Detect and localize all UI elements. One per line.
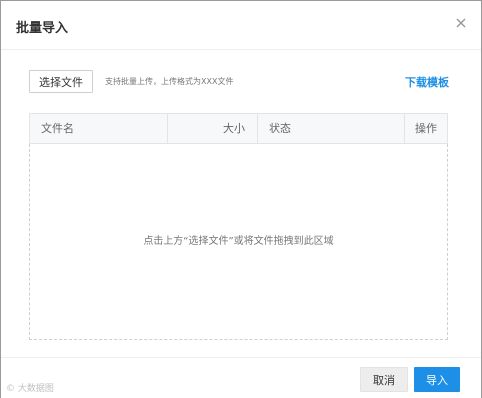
column-header-status: 状态	[269, 122, 291, 135]
file-table-header: 文件名 大小 状态 操作	[29, 113, 448, 144]
column-header-action: 操作	[415, 122, 437, 135]
dialog-title: 批量导入	[16, 21, 69, 36]
column-divider	[404, 114, 405, 143]
select-file-button[interactable]: 选择文件	[29, 70, 93, 93]
column-header-filename: 文件名	[41, 122, 74, 135]
dialog-header: 批量导入	[1, 1, 481, 50]
import-button[interactable]: 导入	[414, 367, 460, 392]
column-header-size: 大小	[223, 122, 245, 135]
download-template-link[interactable]: 下载模板	[405, 74, 449, 90]
drop-zone-hint: 点击上方“选择文件”或将文件拖拽到此区域	[143, 236, 334, 247]
watermark: © 大数据图	[6, 384, 54, 394]
file-drop-zone[interactable]: 点击上方“选择文件”或将文件拖拽到此区域	[29, 144, 448, 340]
column-divider	[257, 114, 258, 143]
upload-hint: 支持批量上传，上传格式为XXX文件	[105, 77, 234, 86]
import-dialog: 批量导入 选择文件 支持批量上传，上传格式为XXX文件 下载模板 文件名 大小 …	[0, 0, 482, 398]
column-divider	[167, 114, 168, 143]
dialog-footer: © 大数据图 取消 导入	[1, 357, 481, 398]
cancel-button[interactable]: 取消	[360, 367, 408, 392]
close-icon[interactable]	[453, 15, 469, 31]
